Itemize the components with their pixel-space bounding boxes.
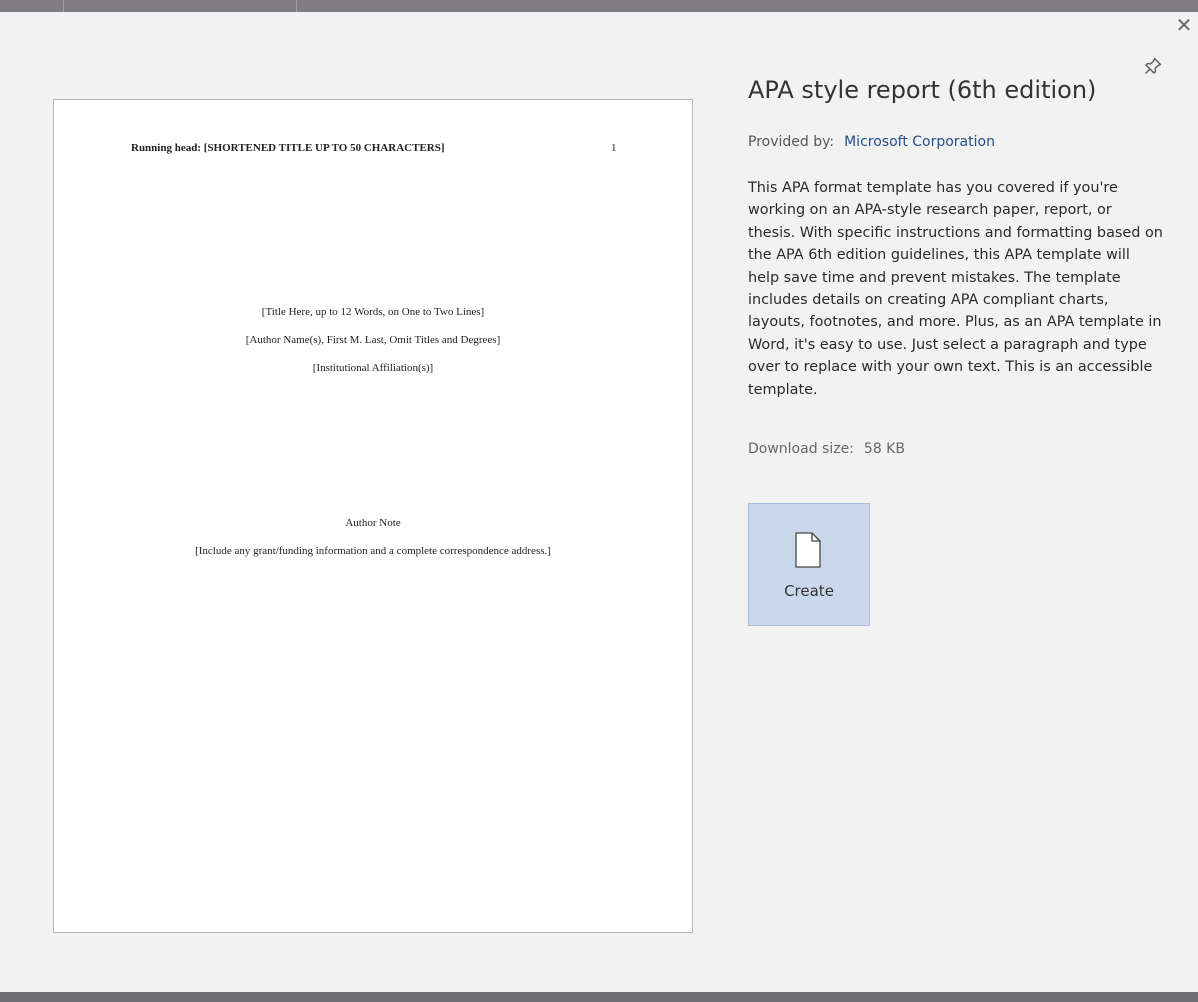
template-title: APA style report (6th edition) [748,76,1097,104]
download-size-label: Download size: [748,441,854,457]
preview-author-line: [Author Name(s), First M. Last, Omit Tit… [245,334,501,346]
create-label: Create [784,582,834,600]
running-head: Running head: [SHORTENED TITLE UP TO 50 … [131,142,445,154]
template-preview-page: Running head: [SHORTENED TITLE UP TO 50 … [53,99,693,933]
frame-divider [296,0,297,12]
document-icon [793,531,823,569]
author-note-text: [Include any grant/funding information a… [195,545,551,557]
window-bottom-frame [0,992,1198,1002]
preview-affiliation-line: [Institutional Affiliation(s)] [312,362,434,374]
page-number: 1 [611,142,617,154]
frame-divider [63,0,64,12]
download-size: Download size: 58 KB [748,441,905,457]
pin-icon[interactable] [1141,54,1165,78]
provided-by-label: Provided by: [748,134,835,150]
download-size-value: 58 KB [863,441,905,457]
close-icon[interactable]: ✕ [1173,14,1195,36]
template-description: This APA format template has you covered… [748,180,1163,398]
window-top-frame [0,0,1198,12]
preview-title-line: [Title Here, up to 12 Words, on One to T… [261,306,485,318]
author-note-heading: Author Note [345,517,401,529]
provider-link[interactable]: Microsoft Corporation [844,134,995,150]
provided-by: Provided by: Microsoft Corporation [748,134,995,150]
create-button[interactable]: Create [748,503,870,626]
